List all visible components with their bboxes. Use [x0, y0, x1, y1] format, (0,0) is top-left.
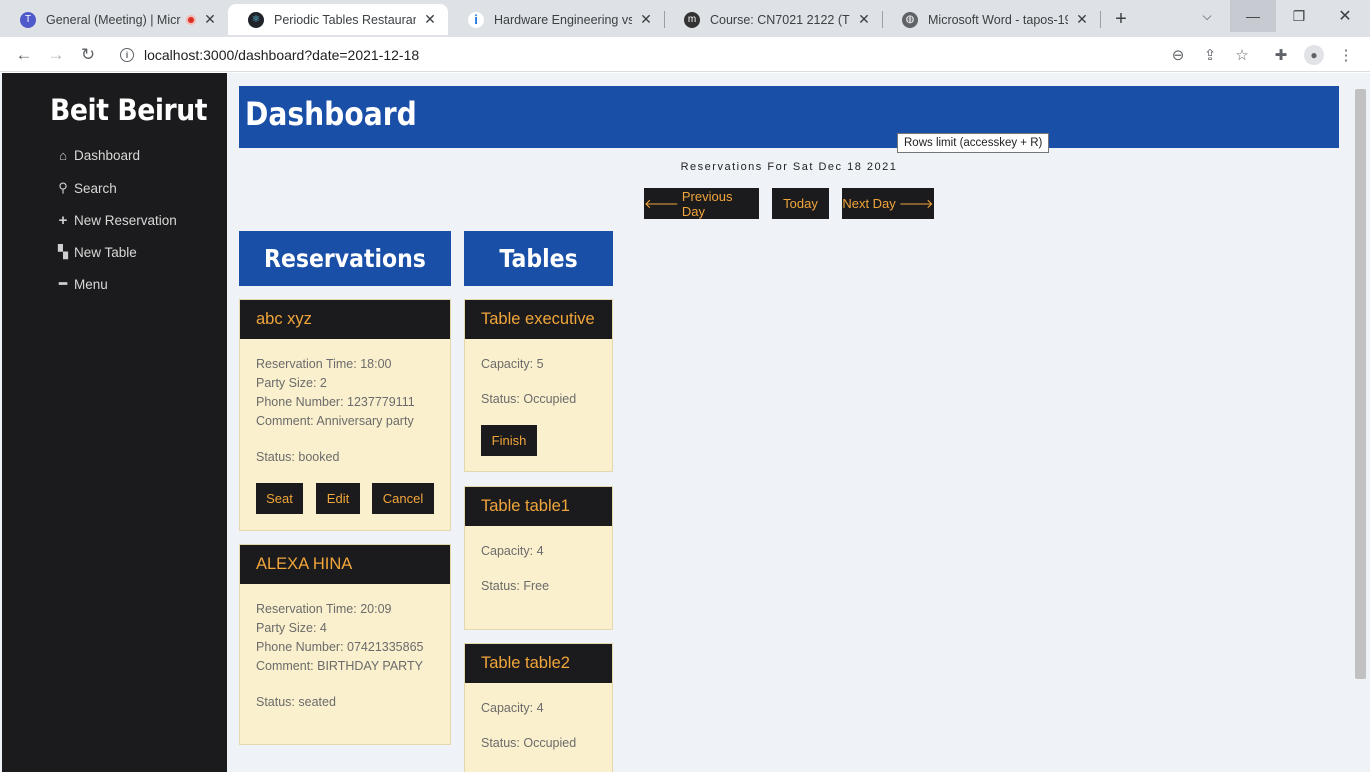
table-capacity: Capacity: 5	[481, 357, 544, 371]
table-card: Table table2 Capacity: 4 Status: Occupie…	[464, 643, 613, 772]
tab-hardware-engineering[interactable]: i Hardware Engineering vs Sof ✕	[448, 4, 664, 35]
new-tab-icon[interactable]: +	[1110, 8, 1132, 31]
minus-icon: ━	[59, 276, 67, 291]
dashboard-header: Dashboard	[239, 86, 1339, 148]
table-card: Table table1 Capacity: 4 Status: Free	[464, 486, 613, 630]
previous-day-button[interactable]: 🡐 Previous Day	[644, 188, 759, 219]
react-icon: ⚛	[248, 11, 264, 28]
plus-icon: +	[58, 212, 68, 229]
bookmark-star-icon[interactable]: ☆	[1232, 45, 1252, 65]
minimize-icon[interactable]: —	[1230, 0, 1276, 32]
comment: Comment: BIRTHDAY PARTY	[256, 659, 423, 673]
table-icon: ▚	[58, 244, 68, 259]
reservation-name: abc xyz	[240, 300, 450, 339]
reload-icon[interactable]: ↻	[76, 43, 100, 67]
sidebar-item-menu[interactable]: ━ Menu	[56, 276, 108, 292]
teams-icon: T	[20, 11, 36, 28]
reservations-date: Reservations For Sat Dec 18 2021	[680, 161, 898, 173]
cancel-button[interactable]: Cancel	[372, 483, 434, 514]
tab-periodic-tables[interactable]: ⚛ Periodic Tables Restaurant Re ✕	[228, 4, 448, 35]
page-scrollbar[interactable]	[1355, 89, 1366, 679]
reservation-status: Status: booked	[256, 450, 340, 464]
info-icon: i	[468, 11, 484, 28]
tab-separator	[1100, 11, 1101, 28]
table-name: Table table2	[465, 644, 612, 683]
seat-button[interactable]: Seat	[256, 483, 303, 514]
recording-icon	[186, 14, 196, 25]
zoom-icon[interactable]: ⊖	[1168, 45, 1188, 65]
browser-tab-bar: T General (Meeting) | Micr ✕ ⚛ Periodic …	[0, 0, 1370, 37]
close-icon[interactable]: ✕	[1074, 11, 1090, 28]
forward-icon[interactable]: →	[44, 43, 68, 67]
edit-button[interactable]: Edit	[316, 483, 360, 514]
back-icon[interactable]: ←	[12, 43, 36, 67]
close-icon[interactable]: ✕	[856, 11, 872, 28]
reservation-time: Reservation Time: 18:00	[256, 357, 392, 371]
table-name: Table executive	[465, 300, 612, 339]
page-title: Dashboard	[245, 95, 417, 133]
reservation-status: Status: seated	[256, 695, 336, 709]
table-status: Status: Occupied	[481, 392, 577, 406]
finish-button[interactable]: Finish	[481, 425, 537, 456]
table-capacity: Capacity: 4	[481, 544, 544, 558]
next-day-button[interactable]: Next Day 🡒	[842, 188, 934, 219]
globe-icon: ◍	[902, 11, 918, 28]
sidebar-item-search[interactable]: ⚲ Search	[56, 180, 117, 196]
tab-search-icon[interactable]: ⌵	[1184, 0, 1230, 32]
table-card: Table executive Capacity: 5 Status: Occu…	[464, 299, 613, 472]
site-info-icon[interactable]: i	[120, 48, 134, 62]
more-menu-icon[interactable]: ⋮	[1336, 45, 1356, 65]
browser-toolbar: ← → ↻ i localhost:3000/dashboard?date=20…	[0, 37, 1370, 72]
page-content: Beit Beirut ⌂ Dashboard ⚲ Search + New R…	[0, 73, 1370, 772]
comment: Comment: Anniversary party	[256, 414, 414, 428]
tab-teams-meeting[interactable]: T General (Meeting) | Micr ✕	[0, 4, 228, 35]
sidebar-item-new-table[interactable]: ▚ New Table	[56, 244, 137, 260]
table-name: Table table1	[465, 487, 612, 526]
table-status: Status: Occupied	[481, 736, 577, 750]
reservation-card: ALEXA HINA Reservation Time: 20:09 Party…	[239, 544, 451, 745]
brand-title: Beit Beirut	[50, 93, 208, 127]
tab-course[interactable]: m Course: CN7021 2122 (T1) Ac ✕	[664, 4, 882, 35]
table-status: Status: Free	[481, 579, 550, 593]
sidebar-item-dashboard[interactable]: ⌂ Dashboard	[56, 148, 140, 163]
restore-icon[interactable]: ❐	[1276, 0, 1322, 32]
sidebar: Beit Beirut ⌂ Dashboard ⚲ Search + New R…	[2, 73, 227, 772]
reservation-time: Reservation Time: 20:09	[256, 602, 392, 616]
search-icon: ⚲	[58, 180, 68, 195]
party-size: Party Size: 2	[256, 376, 327, 390]
home-icon: ⌂	[59, 148, 67, 163]
close-icon[interactable]: ✕	[422, 11, 438, 28]
phone-number: Phone Number: 1237779111	[256, 395, 415, 409]
arrow-right-icon: 🡒	[898, 195, 934, 211]
reservation-card: abc xyz Reservation Time: 18:00 Party Si…	[239, 299, 451, 531]
today-button[interactable]: Today	[772, 188, 829, 219]
reservation-name: ALEXA HINA	[240, 545, 450, 584]
phone-number: Phone Number: 07421335865	[256, 640, 424, 654]
tab-microsoft-word[interactable]: ◍ Microsoft Word - tapos-1996 ✕	[882, 4, 1100, 35]
address-bar[interactable]: i localhost:3000/dashboard?date=2021-12-…	[112, 41, 1202, 69]
table-capacity: Capacity: 4	[481, 701, 544, 715]
party-size: Party Size: 4	[256, 621, 327, 635]
arrow-left-icon: 🡐	[644, 195, 679, 211]
close-icon[interactable]: ✕	[638, 11, 654, 28]
extensions-icon[interactable]: ✚	[1271, 45, 1291, 65]
tooltip: Rows limit (accesskey + R)	[897, 133, 1050, 153]
tables-heading: Tables	[464, 231, 613, 286]
close-icon[interactable]: ✕	[202, 11, 218, 28]
reservations-heading: Reservations	[239, 231, 451, 286]
close-window-icon[interactable]: ✕	[1322, 0, 1368, 32]
share-icon[interactable]: ⇪	[1200, 45, 1220, 65]
profile-icon[interactable]: ●	[1304, 45, 1324, 65]
sidebar-item-new-reservation[interactable]: + New Reservation	[56, 212, 177, 229]
moodle-icon: m	[684, 11, 700, 28]
